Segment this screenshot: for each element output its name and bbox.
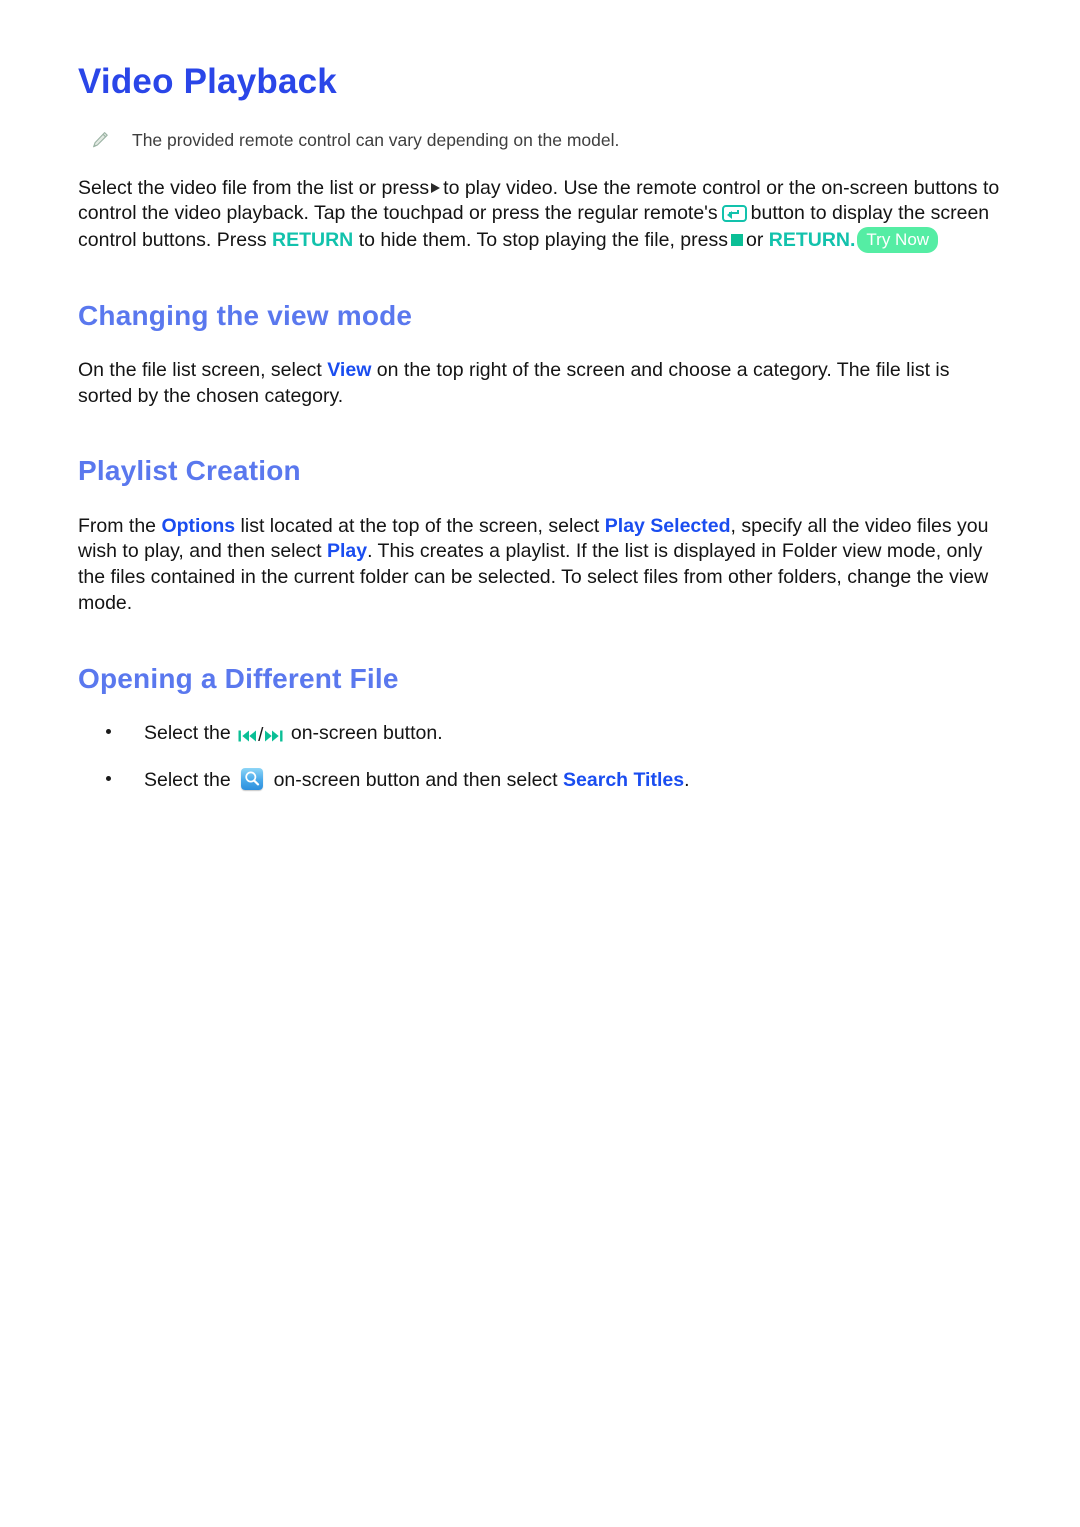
section-body-changing-the-view-mode: On the file list screen, select View on … xyxy=(78,358,1002,409)
bullet-text: Select the / on-screen button. xyxy=(144,721,1002,749)
list-item: Select the / on-screen button. xyxy=(78,721,1002,749)
note-text: The provided remote control can vary dep… xyxy=(132,130,620,151)
playlist-segment-1: From the xyxy=(78,514,157,537)
intro-paragraph: Select the video file from the list or p… xyxy=(78,176,1002,254)
keyword-view: View xyxy=(327,359,372,382)
bullet2-segment-2: on-screen button and then select xyxy=(273,768,558,791)
view-mode-segment-1: On the file list screen, select xyxy=(78,359,322,382)
return-key-icon xyxy=(721,205,747,223)
search-button-icon xyxy=(241,767,264,790)
keyword-return-1: RETURN xyxy=(272,229,354,252)
keyword-play: Play xyxy=(326,540,368,563)
keyword-options: Options xyxy=(161,514,236,537)
document-page: Video Playback The provided remote contr… xyxy=(0,0,1080,1527)
intro-segment-1: Select the video file from the list or p… xyxy=(78,176,430,199)
previous-track-icon xyxy=(238,724,257,746)
section-heading-opening-a-different-file: Opening a Different File xyxy=(78,662,399,694)
keyword-play-selected: Play Selected xyxy=(604,514,731,537)
pencil-note-icon xyxy=(90,130,110,150)
bullet1-segment-2: on-screen button. xyxy=(290,721,443,744)
stop-square-icon xyxy=(730,234,743,247)
list-item: Select the on-screen button and then sel… xyxy=(78,767,1002,794)
bullet-dot-icon xyxy=(106,775,111,781)
intro-segment-6: . xyxy=(849,229,856,252)
bullet-text: Select the on-screen button and then sel… xyxy=(144,767,1002,794)
note-callout: The provided remote control can vary dep… xyxy=(78,128,1002,153)
intro-segment-5: or xyxy=(745,229,764,252)
bullet1-segment-1: Select the xyxy=(144,721,231,744)
prev-next-icon-group: / xyxy=(238,723,283,749)
bullet2-segment-1: Select the xyxy=(144,768,231,791)
play-triangle-icon xyxy=(431,182,441,193)
page-title: Video Playback xyxy=(78,62,337,101)
next-track-icon xyxy=(264,724,283,746)
try-now-badge[interactable]: Try Now xyxy=(857,227,939,254)
keyword-search-titles: Search Titles xyxy=(563,768,685,791)
section-heading-playlist-creation: Playlist Creation xyxy=(78,455,301,487)
intro-segment-4: to hide them. To stop playing the file, … xyxy=(358,229,728,252)
opening-file-bullet-list: Select the / on-screen button. Select th… xyxy=(78,721,1002,793)
keyword-return-2: RETURN xyxy=(768,229,850,252)
bullet2-segment-3: . xyxy=(684,768,690,791)
section-heading-changing-the-view-mode: Changing the view mode xyxy=(78,299,413,331)
section-body-playlist-creation: From the Options list located at the top… xyxy=(78,514,1002,617)
bullet-dot-icon xyxy=(106,728,111,734)
playlist-segment-2: list located at the top of the screen, s… xyxy=(240,514,600,537)
